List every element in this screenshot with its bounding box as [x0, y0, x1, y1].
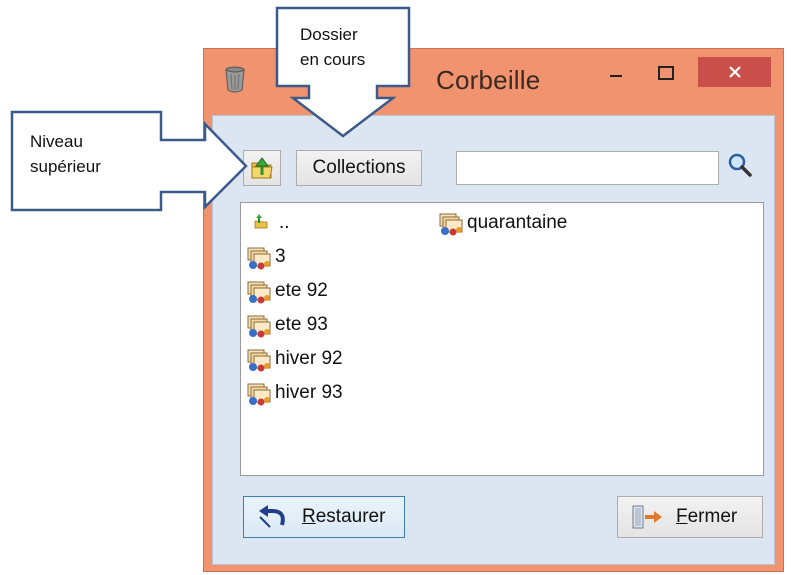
list-item-label: ete 92: [275, 280, 328, 301]
collection-icon: [247, 281, 271, 304]
parent-level-callout-text: Niveau supérieur: [30, 132, 101, 176]
list-item-label: 3: [275, 246, 286, 267]
list-item[interactable]: hiver 92: [245, 345, 343, 373]
list-item-label: ..: [279, 212, 290, 233]
list-item-parent[interactable]: ..: [249, 209, 290, 237]
collection-icon: [247, 349, 271, 372]
folder-up-icon: [251, 157, 273, 179]
maximize-button[interactable]: [649, 59, 683, 87]
list-item[interactable]: ete 93: [245, 311, 328, 339]
list-item[interactable]: hiver 93: [245, 379, 343, 407]
search-input[interactable]: [456, 151, 719, 185]
current-folder-button[interactable]: Collections: [296, 150, 422, 186]
restore-mnemonic: R: [302, 506, 316, 527]
current-folder-callout-text: Dossier en cours: [300, 25, 366, 69]
list-item-label: hiver 92: [275, 348, 343, 369]
undo-icon: [259, 505, 285, 528]
collection-icon: [247, 383, 271, 406]
maximize-icon: [658, 66, 674, 80]
list-item-label: ete 93: [275, 314, 328, 335]
close-mnemonic: F: [676, 506, 688, 527]
collection-icon: [247, 247, 271, 270]
window-client-area: Collections .. 3 ete 92 ete 93 hiver 92 …: [212, 115, 775, 565]
list-item-label: hiver 93: [275, 382, 343, 403]
list-item[interactable]: ete 92: [245, 277, 328, 305]
restore-button[interactable]: Restaurer: [243, 496, 405, 538]
close-window-button[interactable]: [698, 57, 771, 87]
list-item[interactable]: 3: [245, 243, 286, 271]
close-label: ermer: [687, 506, 738, 527]
exit-door-icon: [632, 505, 662, 529]
collection-icon: [247, 315, 271, 338]
list-item[interactable]: quarantaine: [437, 209, 567, 237]
close-button[interactable]: Fermer: [617, 496, 763, 538]
search-icon[interactable]: [725, 150, 755, 180]
list-item-label: quarantaine: [467, 212, 568, 233]
up-folder-icon: [254, 214, 268, 229]
window-title: Corbeille: [436, 65, 541, 95]
collection-icon: [439, 213, 463, 236]
minimize-icon: [610, 75, 622, 77]
folder-list[interactable]: .. 3 ete 92 ete 93 hiver 92 hiver 93 qua…: [240, 202, 764, 476]
close-icon: [728, 66, 741, 78]
minimize-button[interactable]: [599, 59, 633, 87]
trash-icon: [225, 66, 245, 93]
restore-label: estaurer: [315, 506, 386, 527]
